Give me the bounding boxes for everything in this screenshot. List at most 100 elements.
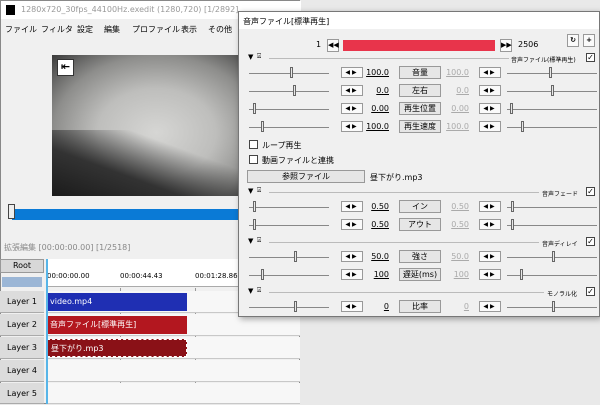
ratio-end-arrows[interactable]: ◀▶: [479, 301, 501, 312]
position-end-knob[interactable]: [510, 103, 513, 114]
section-enable-checkbox[interactable]: ✓: [586, 53, 595, 62]
volume-arrows[interactable]: ◀▶: [341, 67, 363, 78]
link-video-checkbox[interactable]: [249, 155, 258, 164]
strength-slider-track[interactable]: [249, 257, 329, 258]
collapse-triangle-icon[interactable]: ▼: [248, 237, 253, 245]
speed-slider-knob[interactable]: [261, 121, 264, 132]
seek-handle[interactable]: [8, 204, 15, 219]
ratio-slider-track[interactable]: [249, 307, 329, 308]
fade-in-end-slider[interactable]: [507, 207, 597, 208]
volume-end-arrows[interactable]: ◀▶: [479, 67, 501, 78]
fade-out-end-knob[interactable]: [511, 219, 514, 230]
menu-edit[interactable]: 編集: [104, 24, 120, 35]
layer-label-1[interactable]: Layer 1: [0, 291, 44, 313]
speed-end-knob[interactable]: [521, 121, 524, 132]
fade-enable-checkbox[interactable]: ✓: [586, 187, 595, 196]
layer-row-4[interactable]: [46, 360, 300, 382]
fade-out-end-value[interactable]: 0.50: [445, 220, 469, 229]
speed-end-value[interactable]: 100.0: [445, 122, 469, 131]
layer-label-4[interactable]: Layer 4: [0, 360, 44, 382]
pan-end-value[interactable]: 0.0: [445, 86, 469, 95]
volume-start-value[interactable]: 100.0: [365, 68, 389, 77]
menu-filter[interactable]: フィルタ: [41, 24, 73, 35]
layer-label-2[interactable]: Layer 2: [0, 314, 44, 336]
fade-in-arrows[interactable]: ◀▶: [341, 201, 363, 212]
mono-enable-checkbox[interactable]: ✓: [586, 287, 595, 296]
volume-slider-track[interactable]: [249, 73, 329, 74]
refresh-icon[interactable]: ↻: [567, 34, 579, 47]
delay-slider-knob[interactable]: [261, 269, 264, 280]
pan-button[interactable]: 左右: [399, 84, 441, 97]
menu-profile[interactable]: プロファイル: [132, 24, 180, 35]
ratio-arrows[interactable]: ◀▶: [341, 301, 363, 312]
position-start-value[interactable]: 0.00: [365, 104, 389, 113]
speed-start-value[interactable]: 100.0: [365, 122, 389, 131]
pan-slider-track[interactable]: [249, 91, 329, 92]
strength-slider-knob[interactable]: [294, 251, 297, 262]
fade-out-slider-knob[interactable]: [253, 219, 256, 230]
strength-end-value[interactable]: 50.0: [445, 252, 469, 261]
layer-row-5[interactable]: [46, 383, 300, 404]
speed-end-arrows[interactable]: ◀▶: [479, 121, 501, 132]
delay-end-arrows[interactable]: ◀▶: [479, 269, 501, 280]
fade-in-start-value[interactable]: 0.50: [365, 202, 389, 211]
clip-video[interactable]: video.mp4: [47, 293, 187, 311]
delay-arrows[interactable]: ◀▶: [341, 269, 363, 280]
speed-arrows[interactable]: ◀▶: [341, 121, 363, 132]
fade-in-slider-knob[interactable]: [253, 201, 256, 212]
layer-label-5[interactable]: Layer 5: [0, 383, 44, 404]
volume-end-value[interactable]: 100.0: [445, 68, 469, 77]
prev-frame-icon[interactable]: ◀◀: [327, 39, 339, 52]
delay-end-knob[interactable]: [520, 269, 523, 280]
fade-in-slider-track[interactable]: [249, 207, 329, 208]
next-frame-icon[interactable]: ▶▶: [500, 39, 512, 52]
fade-in-end-knob[interactable]: [511, 201, 514, 212]
fade-out-end-slider[interactable]: [507, 225, 597, 226]
position-slider-track[interactable]: [249, 109, 329, 110]
delay-button[interactable]: 遅延(ms): [399, 268, 441, 281]
add-filter-icon[interactable]: +: [583, 34, 595, 47]
fade-out-arrows[interactable]: ◀▶: [341, 219, 363, 230]
collapse-triangle-icon[interactable]: ▼: [248, 53, 253, 61]
volume-button[interactable]: 音量: [399, 66, 441, 79]
pan-end-arrows[interactable]: ◀▶: [479, 85, 501, 96]
strength-button[interactable]: 強さ: [399, 250, 441, 263]
fade-in-end-arrows[interactable]: ◀▶: [479, 201, 501, 212]
volume-slider-knob[interactable]: [290, 67, 293, 78]
position-button[interactable]: 再生位置: [399, 102, 441, 115]
layer-label-3[interactable]: Layer 3: [0, 337, 44, 359]
fade-out-button[interactable]: アウト: [399, 218, 441, 231]
fade-in-end-value[interactable]: 0.50: [445, 202, 469, 211]
reference-file-button[interactable]: 参照ファイル: [247, 170, 365, 183]
pan-arrows[interactable]: ◀▶: [341, 85, 363, 96]
clip-mp3[interactable]: 昼下がり.mp3: [47, 339, 187, 357]
ratio-end-knob[interactable]: [552, 301, 555, 312]
loop-checkbox[interactable]: [249, 140, 258, 149]
playback-seek-bar[interactable]: [12, 209, 262, 220]
ratio-slider-knob[interactable]: [294, 301, 297, 312]
strength-arrows[interactable]: ◀▶: [341, 251, 363, 262]
strength-end-arrows[interactable]: ◀▶: [479, 251, 501, 262]
position-end-slider[interactable]: [507, 109, 597, 110]
menu-view[interactable]: 表示: [181, 24, 197, 35]
delay-start-value[interactable]: 100: [365, 270, 389, 279]
fade-out-slider-track[interactable]: [249, 225, 329, 226]
strength-start-value[interactable]: 50.0: [365, 252, 389, 261]
menu-file[interactable]: ファイル: [5, 24, 37, 35]
delay-enable-checkbox[interactable]: ✓: [586, 237, 595, 246]
speed-button[interactable]: 再生速度: [399, 120, 441, 133]
volume-end-slider[interactable]: [507, 73, 597, 74]
position-arrows[interactable]: ◀▶: [341, 103, 363, 114]
ratio-end-value[interactable]: 0: [445, 302, 469, 311]
position-slider-knob[interactable]: [253, 103, 256, 114]
ratio-button[interactable]: 比率: [399, 300, 441, 313]
delay-end-value[interactable]: 100: [445, 270, 469, 279]
pan-end-knob[interactable]: [551, 85, 554, 96]
volume-end-knob[interactable]: [549, 67, 552, 78]
fade-in-button[interactable]: イン: [399, 200, 441, 213]
menu-settings[interactable]: 設定: [77, 24, 93, 35]
ratio-start-value[interactable]: 0: [365, 302, 389, 311]
position-end-value[interactable]: 0.00: [445, 104, 469, 113]
timeline-cursor[interactable]: [46, 259, 48, 404]
go-to-start-icon[interactable]: ⇤: [57, 59, 74, 76]
